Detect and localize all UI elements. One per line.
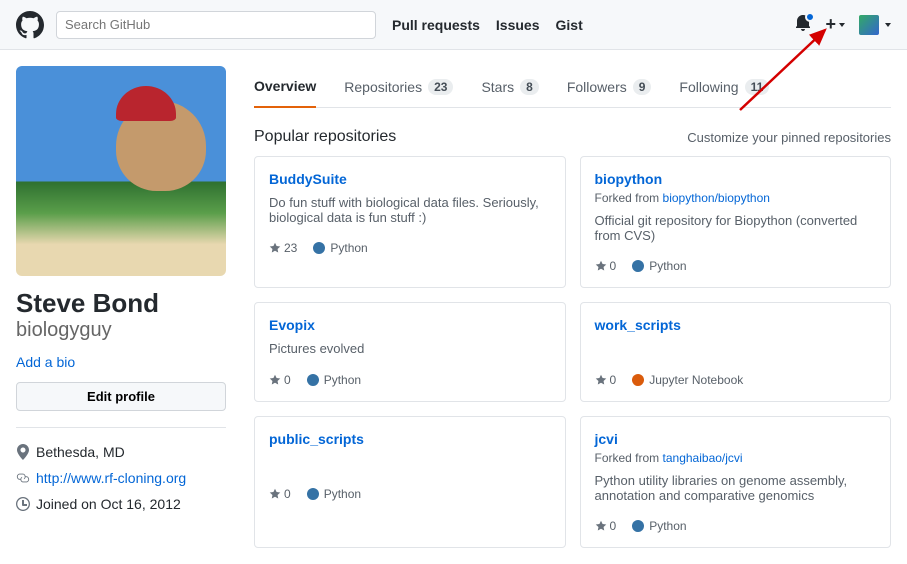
- top-bar: Pull requests Issues Gist +: [0, 0, 907, 50]
- star-count[interactable]: 0: [595, 519, 617, 533]
- website-link[interactable]: http://www.rf-cloning.org: [36, 470, 186, 486]
- location-icon: [16, 444, 30, 460]
- search-input[interactable]: [56, 11, 376, 39]
- repo-name-link[interactable]: work_scripts: [595, 317, 681, 333]
- profile-joined: Joined on Oct 16, 2012: [16, 496, 226, 512]
- repo-description: [269, 455, 551, 471]
- location-text: Bethesda, MD: [36, 444, 125, 460]
- profile-tabs: Overview Repositories23 Stars8 Followers…: [254, 66, 891, 108]
- nav-gist[interactable]: Gist: [556, 17, 583, 33]
- language-dot: [307, 374, 319, 386]
- repo-grid: BuddySuite Do fun stuff with biological …: [254, 156, 891, 548]
- profile-name: Steve Bond: [16, 288, 226, 319]
- fork-source-link[interactable]: biopython/biopython: [663, 191, 770, 205]
- star-icon: [595, 260, 607, 272]
- star-count[interactable]: 0: [595, 373, 617, 387]
- repo-language: Python: [307, 487, 361, 501]
- repo-card: jcvi Forked from tanghaibao/jcvi Python …: [580, 416, 892, 548]
- repo-language: Python: [307, 373, 361, 387]
- repo-card: Evopix Pictures evolved 0 Python: [254, 302, 566, 402]
- repo-name-link[interactable]: Evopix: [269, 317, 315, 333]
- avatar-icon: [859, 15, 879, 35]
- forked-from: Forked from tanghaibao/jcvi: [595, 451, 877, 465]
- top-nav: Pull requests Issues Gist: [392, 17, 583, 33]
- repo-description: [595, 341, 877, 357]
- repo-language: Jupyter Notebook: [632, 373, 743, 387]
- star-count[interactable]: 0: [269, 373, 291, 387]
- profile-website: http://www.rf-cloning.org: [16, 470, 226, 486]
- star-icon: [595, 520, 607, 532]
- language-dot: [632, 260, 644, 272]
- github-logo-icon[interactable]: [16, 11, 44, 39]
- repo-name-link[interactable]: jcvi: [595, 431, 618, 447]
- star-icon: [269, 488, 281, 500]
- repo-card: work_scripts 0 Jupyter Notebook: [580, 302, 892, 402]
- star-count[interactable]: 0: [269, 487, 291, 501]
- repo-card: biopython Forked from biopython/biopytho…: [580, 156, 892, 288]
- notifications-icon[interactable]: [795, 15, 811, 34]
- profile-avatar[interactable]: [16, 66, 226, 276]
- repo-name-link[interactable]: biopython: [595, 171, 663, 187]
- forked-from: Forked from biopython/biopython: [595, 191, 877, 205]
- repo-description: Do fun stuff with biological data files.…: [269, 195, 551, 225]
- divider: [16, 427, 226, 428]
- repo-description: Python utility libraries on genome assem…: [595, 473, 877, 503]
- profile-sidebar: Steve Bond biologyguy Add a bio Edit pro…: [16, 66, 226, 548]
- language-dot: [313, 242, 325, 254]
- language-dot: [632, 520, 644, 532]
- tab-stars[interactable]: Stars8: [481, 66, 538, 107]
- link-icon: [16, 470, 30, 486]
- language-dot: [307, 488, 319, 500]
- star-icon: [269, 242, 281, 254]
- repo-card: public_scripts 0 Python: [254, 416, 566, 548]
- nav-pull-requests[interactable]: Pull requests: [392, 17, 480, 33]
- profile-location: Bethesda, MD: [16, 444, 226, 460]
- user-menu[interactable]: [859, 15, 891, 35]
- customize-pinned-link[interactable]: Customize your pinned repositories: [687, 130, 891, 145]
- repo-language: Python: [632, 259, 686, 273]
- repo-language: Python: [313, 241, 367, 255]
- notification-dot: [805, 12, 815, 22]
- tab-repositories[interactable]: Repositories23: [344, 66, 453, 107]
- star-count[interactable]: 23: [269, 241, 297, 255]
- clock-icon: [16, 496, 30, 512]
- profile-username: biologyguy: [16, 319, 226, 342]
- repo-description: Pictures evolved: [269, 341, 551, 357]
- language-dot: [632, 374, 644, 386]
- nav-issues[interactable]: Issues: [496, 17, 540, 33]
- tab-followers[interactable]: Followers9: [567, 66, 652, 107]
- repo-name-link[interactable]: public_scripts: [269, 431, 364, 447]
- repo-description: Official git repository for Biopython (c…: [595, 213, 877, 243]
- popular-repos-heading: Popular repositories: [254, 128, 396, 146]
- joined-text: Joined on Oct 16, 2012: [36, 496, 181, 512]
- tab-overview[interactable]: Overview: [254, 66, 316, 108]
- top-right: +: [795, 14, 891, 35]
- tab-following[interactable]: Following11: [679, 66, 769, 107]
- star-icon: [269, 374, 281, 386]
- repo-card: BuddySuite Do fun stuff with biological …: [254, 156, 566, 288]
- main-content: Overview Repositories23 Stars8 Followers…: [254, 66, 891, 548]
- repo-name-link[interactable]: BuddySuite: [269, 171, 347, 187]
- create-new-dropdown[interactable]: +: [825, 14, 845, 35]
- add-bio-link[interactable]: Add a bio: [16, 354, 75, 370]
- edit-profile-button[interactable]: Edit profile: [16, 382, 226, 411]
- star-icon: [595, 374, 607, 386]
- repo-language: Python: [632, 519, 686, 533]
- fork-source-link[interactable]: tanghaibao/jcvi: [663, 451, 743, 465]
- star-count[interactable]: 0: [595, 259, 617, 273]
